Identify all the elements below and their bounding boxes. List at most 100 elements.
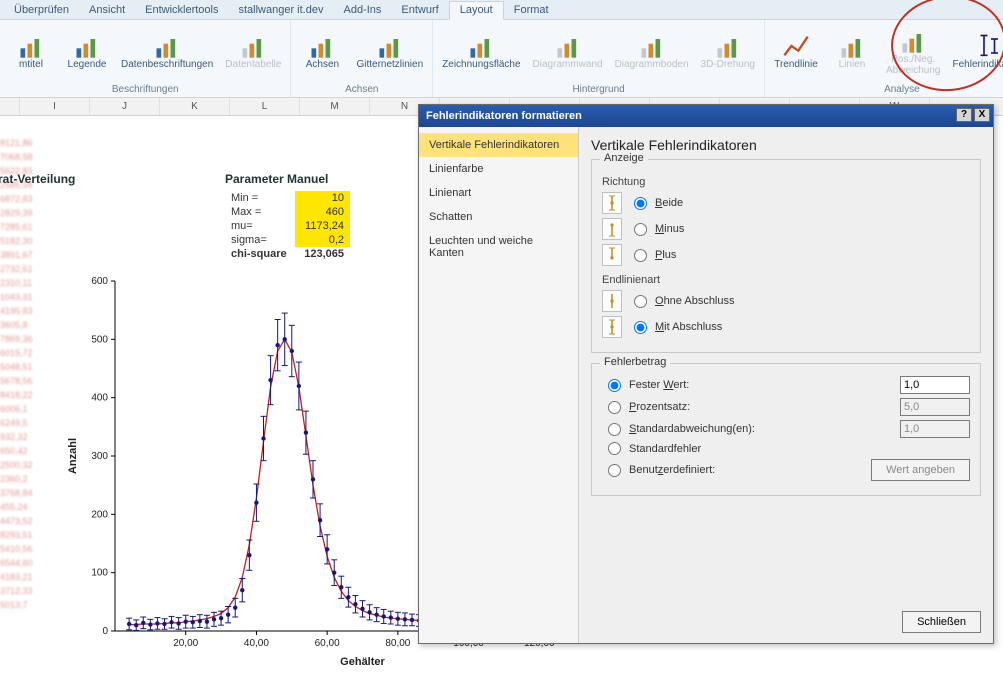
legend-icon (73, 34, 101, 58)
subheading-richtung: Richtung (602, 176, 970, 188)
lines-icon (838, 34, 866, 58)
param-row: Max =460 (225, 205, 350, 219)
ribbon-btn-label: mtitel (19, 60, 43, 71)
amount-label[interactable]: Fester Wert: (629, 379, 689, 391)
amount-input (900, 398, 970, 416)
dialog-heading: Vertikale Fehlerindikatoren (591, 137, 981, 153)
column-header[interactable]: L (230, 98, 300, 115)
svg-text:300: 300 (91, 451, 108, 462)
tab-entwicklertools[interactable]: Entwicklertools (135, 2, 228, 19)
tab-entwurf[interactable]: Entwurf (391, 2, 448, 19)
direction-option: Plus (602, 244, 970, 266)
tab-add-ins[interactable]: Add-Ins (333, 2, 391, 19)
amount-radio[interactable] (608, 423, 621, 436)
ribbon-btn-label: Trendlinie (774, 60, 818, 71)
group-anzeige-title: Anzeige (600, 152, 648, 164)
direction-label[interactable]: Beide (655, 197, 683, 209)
direction-label[interactable]: Minus (655, 223, 684, 235)
ribbon-btn-trendline[interactable]: Trendlinie (769, 24, 823, 82)
ribbon-btn-updown-bars: Pos./Neg.Abweichung (881, 24, 945, 82)
tab-layout[interactable]: Layout (449, 1, 504, 20)
endcap-option: Ohne Abschluss (602, 290, 970, 312)
svg-text:100: 100 (91, 568, 108, 579)
dialog-nav-item[interactable]: Vertikale Fehlerindikatoren (419, 133, 578, 157)
amount-label[interactable]: Benutzerdefiniert: (629, 464, 715, 476)
direction-icon (602, 244, 622, 266)
column-header[interactable] (0, 98, 20, 115)
ribbon-btn-label: Linien (839, 60, 866, 71)
column-header[interactable]: I (20, 98, 90, 115)
direction-radio[interactable] (634, 249, 647, 262)
group-fehlerbetrag-title: Fehlerbetrag (600, 356, 670, 368)
amount-radio[interactable] (608, 464, 621, 477)
amount-option: Benutzerdefiniert: Wert angeben (602, 459, 970, 481)
direction-option: Minus (602, 218, 970, 240)
dialog-titlebar[interactable]: Fehlerindikatoren formatieren ? X (419, 105, 993, 127)
ribbon-btn-label: Legende (68, 60, 107, 71)
ribbon-group-label: Achsen (345, 83, 378, 97)
column-header[interactable]: J (90, 98, 160, 115)
ribbon-btn-legend[interactable]: Legende (60, 24, 114, 82)
endcap-radio[interactable] (634, 321, 647, 334)
tab-stallwanger-it-dev[interactable]: stallwanger it.dev (228, 2, 333, 19)
ribbon-group-analyse: Trendlinie Linien Pos./Neg.Abweichung Fehle… (765, 20, 1003, 97)
amount-radio[interactable] (608, 401, 621, 414)
endcap-icon (602, 316, 622, 338)
dialog-main: Vertikale Fehlerindikatoren Anzeige Rich… (579, 127, 993, 643)
tab-ansicht[interactable]: Ansicht (79, 2, 135, 19)
amount-label[interactable]: Prozentsatz: (629, 401, 690, 413)
ribbon-btn-data-table: Datentabelle (220, 24, 286, 82)
tab-format[interactable]: Format (504, 2, 559, 19)
endcap-label[interactable]: Ohne Abschluss (655, 295, 735, 307)
rotate-3d-icon (714, 34, 742, 58)
svg-text:Anzahl: Anzahl (67, 438, 79, 474)
ribbon-btn-plot-area[interactable]: Zeichnungsfläche (437, 24, 525, 82)
direction-option: Beide (602, 192, 970, 214)
direction-label[interactable]: Plus (655, 249, 676, 261)
svg-text:200: 200 (91, 509, 108, 520)
dialog-close-button[interactable]: X (974, 108, 990, 122)
ribbon-btn-error-bars[interactable]: Fehlerindikatoren (947, 24, 1003, 82)
updown-bars-icon (899, 29, 927, 53)
dialog-nav-item[interactable]: Linienart (419, 181, 578, 205)
dialog-nav: Vertikale FehlerindikatorenLinienfarbeLi… (419, 127, 579, 643)
left-blurred-numbers: 8121,867068,585622,832585,546872,832829,… (0, 136, 42, 612)
plot-area-icon (467, 34, 495, 58)
specify-value-button: Wert angeben (871, 459, 970, 481)
parameter-table: Min =10Max =460mu=1173,24sigma=0,2chi-sq… (225, 191, 350, 261)
endcap-label[interactable]: Mit Abschluss (655, 321, 722, 333)
svg-text:400: 400 (91, 393, 108, 404)
amount-radio[interactable] (608, 379, 621, 392)
direction-radio[interactable] (634, 223, 647, 236)
ribbon-group-hintergrund: ZeichnungsflächeDiagrammwandDiagrammbode… (433, 20, 765, 97)
direction-radio[interactable] (634, 197, 647, 210)
parameter-header: Parameter Manuel (225, 172, 328, 186)
ribbon-btn-label: Fehlerindikatoren (952, 60, 1003, 71)
column-header[interactable]: M (300, 98, 370, 115)
close-button[interactable]: Schließen (902, 611, 981, 633)
ribbon-btn-chart-title[interactable]: mtitel (4, 24, 58, 82)
axes-icon (308, 34, 336, 58)
endcap-radio[interactable] (634, 295, 647, 308)
amount-label[interactable]: Standardabweichung(en): (629, 423, 755, 435)
dialog-nav-item[interactable]: Leuchten und weiche Kanten (419, 229, 578, 265)
amount-input[interactable] (900, 376, 970, 394)
dialog-nav-item[interactable]: Schatten (419, 205, 578, 229)
amount-label[interactable]: Standardfehler (629, 443, 701, 455)
dialog-help-button[interactable]: ? (956, 108, 972, 122)
ribbon-btn-gridlines[interactable]: Gitternetzlinien (351, 24, 428, 82)
param-row: chi-square123,065 (225, 247, 350, 261)
direction-icon (602, 218, 622, 240)
param-row: sigma=0,2 (225, 233, 350, 247)
group-anzeige: Anzeige Richtung BeideMinusPlus Endlinie… (591, 159, 981, 353)
svg-text:20,00: 20,00 (173, 638, 198, 649)
ribbon-btn-data-labels[interactable]: Datenbeschriftungen (116, 24, 218, 82)
column-header[interactable]: K (160, 98, 230, 115)
ribbon-btn-lines: Linien (825, 24, 879, 82)
tab--berpr-fen[interactable]: Überprüfen (4, 2, 79, 19)
amount-radio[interactable] (608, 442, 621, 455)
ribbon-btn-axes[interactable]: Achsen (295, 24, 349, 82)
svg-text:0: 0 (102, 626, 108, 637)
dialog-nav-item[interactable]: Linienfarbe (419, 157, 578, 181)
ribbon-tabs: ÜberprüfenAnsichtEntwicklertoolsstallwan… (0, 0, 1003, 20)
